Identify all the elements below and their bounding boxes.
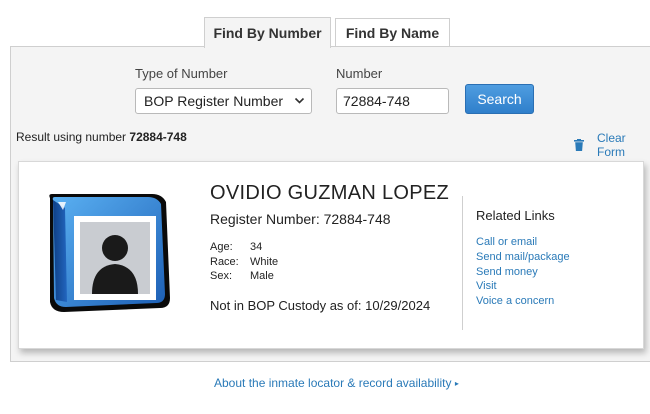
type-of-number-select[interactable]: BOP Register Number <box>135 88 312 114</box>
link-send-money[interactable]: Send money <box>476 266 538 278</box>
link-visit[interactable]: Visit <box>476 280 497 292</box>
race-label: Race: <box>210 256 239 268</box>
age-value: 34 <box>250 241 263 253</box>
about-link-label: About the inmate locator & record availa… <box>214 376 452 390</box>
link-send-mail-package[interactable]: Send mail/package <box>476 251 570 263</box>
inmate-result-card: OVIDIO GUZMAN LOPEZ Register Number: 728… <box>18 161 644 349</box>
race-value: White <box>250 256 279 268</box>
link-call-or-email[interactable]: Call or email <box>476 236 537 248</box>
chevron-right-icon: ▸ <box>454 379 459 388</box>
inmate-name: OVIDIO GUZMAN LOPEZ <box>210 182 450 204</box>
type-of-number-label: Type of Number <box>135 66 228 81</box>
chevron-down-icon <box>294 94 305 111</box>
custody-status: Not in BOP Custody as of: 10/29/2024 <box>210 298 431 313</box>
result-summary: Result using number 72884-748 <box>16 130 187 144</box>
sex-value: Male <box>250 270 274 282</box>
register-number-label: Register Number: <box>210 211 324 227</box>
type-of-number-value: BOP Register Number <box>144 93 284 109</box>
search-button[interactable]: Search <box>465 84 534 114</box>
register-number-value: 72884-748 <box>323 211 391 227</box>
clear-form-label: Clear Form <box>597 131 626 159</box>
result-prefix: Result using number <box>16 130 130 144</box>
trash-icon <box>574 139 584 151</box>
inmate-photo-placeholder-icon <box>44 190 174 318</box>
card-divider <box>462 196 463 330</box>
result-number: 72884-748 <box>129 130 187 144</box>
tab-find-by-name[interactable]: Find By Name <box>335 18 450 47</box>
clear-form-link[interactable]: Clear Form <box>574 131 650 159</box>
register-number-line: Register Number: 72884-748 <box>210 211 391 227</box>
sex-label: Sex: <box>210 270 233 282</box>
number-input[interactable]: 72884-748 <box>336 88 449 114</box>
number-input-value: 72884-748 <box>343 93 410 109</box>
number-label: Number <box>336 66 383 81</box>
age-label: Age: <box>210 241 233 253</box>
tab-find-by-number[interactable]: Find By Number <box>204 17 331 48</box>
about-inmate-locator-link[interactable]: About the inmate locator & record availa… <box>214 376 459 390</box>
link-voice-a-concern[interactable]: Voice a concern <box>476 295 554 307</box>
related-links-title: Related Links <box>476 208 555 223</box>
